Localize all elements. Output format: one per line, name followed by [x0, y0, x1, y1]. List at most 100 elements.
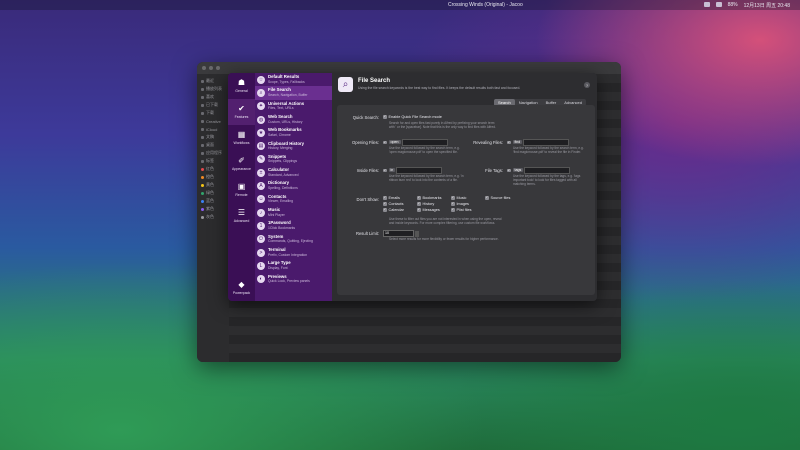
revealing-keyword[interactable]: find — [512, 140, 523, 145]
dont-show-music[interactable]: ✓ Music — [451, 196, 485, 200]
finder-sidebar-label: 应用程序 — [206, 150, 222, 155]
dont-show-emails[interactable]: ✓ Emails — [383, 196, 417, 200]
help-icon[interactable]: ? — [584, 82, 590, 88]
feature-item-universal-actions[interactable]: ✦ Universal Actions Files, Text, URLs — [255, 100, 332, 113]
finder-sidebar-item[interactable]: 已下载 — [197, 101, 229, 109]
finder-sidebar-item[interactable]: 橙色 — [197, 173, 229, 181]
hat-icon: ☗ — [237, 78, 246, 87]
zoom-icon[interactable] — [216, 66, 220, 70]
keyword-input[interactable] — [401, 139, 448, 146]
finder-sidebar-item[interactable]: 灰色 — [197, 213, 229, 221]
rail-item-workflows[interactable]: ▦ Workflows — [228, 125, 255, 151]
clock[interactable]: 12月13日 周五 20:48 — [744, 2, 790, 9]
checkbox-icon[interactable]: ✓ — [451, 202, 455, 206]
dont-show-plist-files[interactable]: ✓ Plist files — [451, 208, 485, 212]
finder-sidebar-item[interactable]: 红色 — [197, 165, 229, 173]
feature-item-large-type[interactable]: L Large Type Display, Font — [255, 259, 332, 272]
opening-files-field[interactable]: ✓ open — [383, 139, 448, 146]
wifi-icon[interactable] — [703, 2, 710, 7]
finder-sidebar-item[interactable]: 标签 — [197, 157, 229, 165]
finder-sidebar-item[interactable]: 绿色 — [197, 189, 229, 197]
checkbox-icon[interactable]: ✓ — [417, 202, 421, 206]
dont-show-messages[interactable]: ✓ Messages — [417, 208, 451, 212]
finder-sidebar-item[interactable]: 最近 — [197, 77, 229, 85]
finder-sidebar-item[interactable]: Creative — [197, 117, 229, 125]
close-icon[interactable] — [202, 66, 206, 70]
rail-item-features[interactable]: ✔ Features — [228, 99, 255, 125]
feature-item-contacts[interactable]: ☺ Contacts Viewer, Emailing — [255, 193, 332, 206]
feature-item-1password[interactable]: 1 1Password 1Click Bookmarks — [255, 219, 332, 232]
rail-item-advanced[interactable]: ☰ Advanced — [228, 203, 255, 229]
checkbox-icon[interactable]: ✓ — [383, 208, 387, 212]
finder-sidebar-item[interactable]: 紫色 — [197, 205, 229, 213]
feature-item-snippets[interactable]: ✎ Snippets Snippets, Clippings — [255, 153, 332, 166]
feature-item-web-search[interactable]: ◍ Web Search Custom, URLs, History — [255, 113, 332, 126]
inside-keyword[interactable]: in — [388, 168, 396, 173]
checkbox-icon[interactable]: ✓ — [417, 196, 421, 200]
checkbox-icon[interactable]: ✓ — [451, 208, 455, 212]
feature-item-system[interactable]: ⏻ System Commands, Quitting, Ejecting — [255, 233, 332, 246]
dont-show-option-label: Images — [456, 202, 469, 206]
keyword-input[interactable] — [523, 139, 570, 146]
feature-item-clipboard-history[interactable]: ▤ Clipboard History History, Merging — [255, 139, 332, 152]
checkbox-icon[interactable]: ✓ — [507, 168, 511, 172]
dont-show-option-label: Messages — [422, 208, 440, 212]
feature-item-file-search[interactable]: ⌕ File Search Search, Navigation, Buffer — [255, 86, 332, 100]
finder-sidebar-item[interactable]: 喜欢 — [197, 93, 229, 101]
dont-show-calendar[interactable]: ✓ Calendar — [383, 208, 417, 212]
rail-item-remote[interactable]: ▣ Remote — [228, 177, 255, 203]
finder-sidebar-label: 喜欢 — [206, 94, 214, 99]
finder-sidebar-item[interactable]: 黄色 — [197, 181, 229, 189]
finder-sidebar-item[interactable]: 应用程序 — [197, 149, 229, 157]
feature-item-music[interactable]: ♪ Music Mini Player — [255, 206, 332, 219]
finder-sidebar-label: 最近 — [206, 78, 214, 83]
checkbox-icon[interactable]: ✓ — [451, 196, 455, 200]
menu-bar: Crossing Winds (Original) - Jacoo 88% 12… — [0, 0, 800, 10]
file-tags-field[interactable]: ✓ tags — [507, 167, 571, 174]
rail-item-appearance[interactable]: ✐ Appearance — [228, 151, 255, 177]
finder-sidebar-item[interactable]: 播放列表 — [197, 85, 229, 93]
finder-sidebar-item[interactable]: 文稿 — [197, 133, 229, 141]
checkbox-icon[interactable]: ✓ — [383, 115, 387, 119]
feature-subtitle: History, Merging — [268, 146, 293, 151]
inside-files-field[interactable]: ✓ in — [383, 167, 443, 174]
feature-item-dictionary[interactable]: A Dictionary Spelling, Definitions — [255, 179, 332, 192]
tags-keyword[interactable]: tags — [512, 168, 524, 173]
dont-show-history[interactable]: ✓ History — [417, 202, 451, 206]
feature-item-previews[interactable]: ◐ Previews Quick Look, Preview panels — [255, 272, 332, 285]
now-playing-text[interactable]: Crossing Winds (Original) - Jacoo — [448, 2, 523, 8]
result-limit-input[interactable]: 10 — [383, 230, 414, 237]
opening-keyword[interactable]: open — [388, 140, 401, 145]
keyword-input[interactable] — [524, 167, 571, 174]
checkbox-icon[interactable]: ✓ — [383, 202, 387, 206]
checkbox-icon[interactable]: ✓ — [485, 196, 489, 200]
keyword-input[interactable] — [396, 167, 443, 174]
dont-show-bookmarks[interactable]: ✓ Bookmarks — [417, 196, 451, 200]
feature-item-default-results[interactable]: ☆ Default Results Scope, Types, Fallbacks — [255, 73, 332, 86]
result-limit-field[interactable]: 10 — [383, 230, 419, 237]
minimize-icon[interactable] — [209, 66, 213, 70]
checkbox-icon[interactable]: ✓ — [383, 140, 387, 144]
dont-show-contacts[interactable]: ✓ Contacts — [383, 202, 417, 206]
finder-sidebar-item[interactable]: iCloud — [197, 125, 229, 133]
finder-sidebar-item[interactable]: 下载 — [197, 109, 229, 117]
dont-show-images[interactable]: ✓ Images — [451, 202, 485, 206]
checkbox-icon[interactable]: ✓ — [417, 208, 421, 212]
checkbox-icon[interactable]: ✓ — [383, 196, 387, 200]
finder-sidebar-item[interactable]: 蓝色 — [197, 197, 229, 205]
quick-search-checkbox[interactable]: ✓ Enable Quick File Search mode — [383, 115, 442, 119]
feature-item-terminal[interactable]: > Terminal Prefix, Custom Integration — [255, 246, 332, 259]
checkbox-icon[interactable]: ✓ — [383, 168, 387, 172]
dont-show-source-files[interactable]: ✓ Source files — [485, 196, 519, 200]
feature-item-web-bookmarks[interactable]: ★ Web Bookmarks Safari, Chrome — [255, 126, 332, 139]
finder-sidebar-item[interactable]: 桌面 — [197, 141, 229, 149]
battery-text[interactable]: 88% — [728, 2, 738, 9]
checkbox-icon[interactable]: ✓ — [507, 140, 511, 144]
feature-item-calculator[interactable]: ± Calculator Standard, Advanced — [255, 166, 332, 179]
revealing-files-field[interactable]: ✓ find — [507, 139, 570, 146]
control-center-icon[interactable] — [715, 2, 722, 7]
rail-item-powerpack[interactable]: ◆ Powerpack — [228, 275, 255, 301]
rail-item-general[interactable]: ☗ General — [228, 73, 255, 99]
settings-panel: Quick Search: ✓ Enable Quick File Search … — [337, 105, 595, 295]
result-limit-stepper[interactable] — [415, 230, 419, 237]
